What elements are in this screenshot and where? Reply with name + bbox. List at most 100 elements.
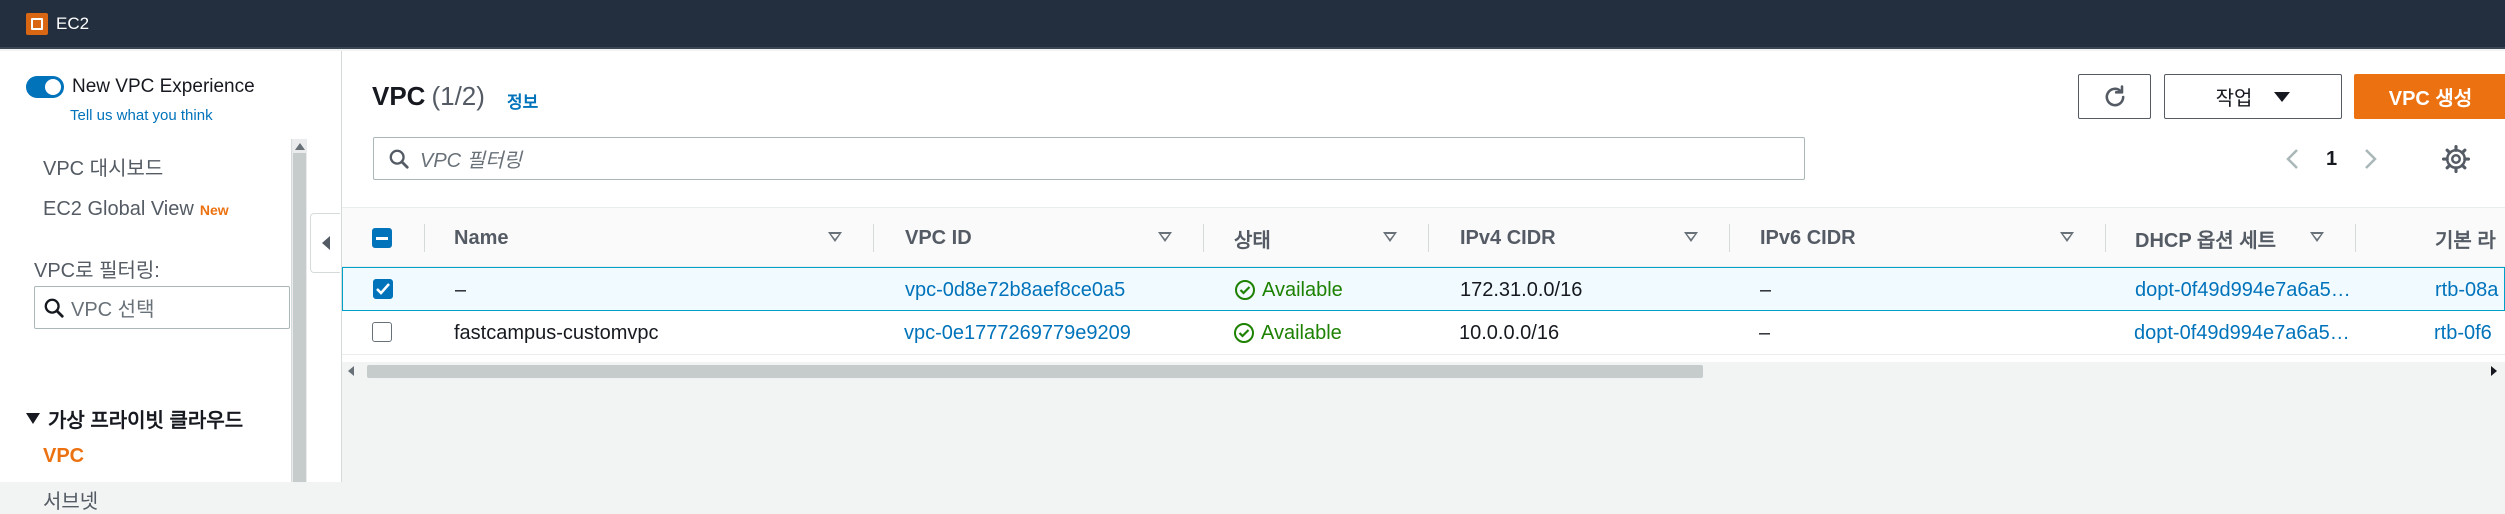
scroll-left-icon[interactable] bbox=[348, 366, 354, 376]
row-checkbox[interactable] bbox=[373, 279, 393, 299]
cell-status: Available bbox=[1233, 311, 1342, 355]
new-vpc-experience-toggle[interactable] bbox=[26, 76, 64, 98]
table-horizontal-scrollbar[interactable] bbox=[342, 362, 2505, 380]
vpc-table: Name VPC ID 상태 IPv4 CIDR IPv6 CIDR DHCP … bbox=[342, 207, 2505, 355]
column-divider bbox=[424, 224, 425, 252]
row-checkbox[interactable] bbox=[372, 322, 392, 342]
cell-ipv6-cidr: – bbox=[1759, 321, 1771, 344]
sidebar-item-label: EC2 Global View bbox=[43, 198, 194, 220]
refresh-button[interactable] bbox=[2078, 74, 2151, 119]
vpc-select-placeholder: VPC 선택 bbox=[71, 299, 155, 321]
next-page-button[interactable] bbox=[2355, 144, 2385, 174]
column-label: DHCP 옵션 세트 bbox=[2135, 229, 2277, 252]
filter-by-vpc-label: VPC로 필터링: bbox=[34, 260, 160, 282]
info-link[interactable]: 정보 bbox=[507, 88, 538, 113]
select-all-checkbox[interactable] bbox=[372, 228, 392, 248]
gear-icon bbox=[2441, 144, 2471, 174]
vpc-select[interactable]: VPC 선택 bbox=[34, 286, 290, 329]
actions-label: 작업 bbox=[2215, 88, 2253, 110]
top-navigation-bar: EC2 bbox=[0, 0, 2505, 49]
selection-count: (1/2) bbox=[431, 81, 485, 111]
caret-down-icon bbox=[2274, 91, 2291, 102]
create-vpc-button[interactable]: VPC 생성 bbox=[2354, 74, 2505, 119]
collapse-sidebar-button[interactable] bbox=[310, 213, 340, 273]
section-label: 가상 프라이빗 클라우드 bbox=[48, 410, 244, 432]
pagination: 1 bbox=[2278, 144, 2385, 174]
table-header: Name VPC ID 상태 IPv4 CIDR IPv6 CIDR DHCP … bbox=[342, 207, 2505, 267]
column-divider bbox=[1428, 224, 1429, 252]
cell-route-table-link[interactable]: rtb-08a bbox=[2435, 268, 2505, 312]
page-title: VPC (1/2) bbox=[372, 81, 485, 112]
cell-route-table-link[interactable]: rtb-0f6 bbox=[2434, 311, 2504, 355]
sort-icon[interactable] bbox=[1383, 232, 1397, 242]
cell-name: – bbox=[455, 278, 467, 301]
checkmark-icon bbox=[376, 283, 390, 295]
column-divider bbox=[873, 224, 874, 252]
search-icon bbox=[44, 298, 64, 318]
column-label: IPv4 CIDR bbox=[1460, 226, 1556, 249]
sidebar-section-virtual-private-cloud[interactable]: 가상 프라이빗 클라우드 bbox=[26, 404, 243, 433]
table-row[interactable]: fastcampus-customvpc vpc-0e1777269779e92… bbox=[342, 311, 2505, 355]
scroll-right-icon[interactable] bbox=[2491, 366, 2497, 376]
toggle-label: New VPC Experience bbox=[72, 76, 255, 97]
table-row[interactable]: – vpc-0d8e72b8aef8ce0a5 Available 172.31… bbox=[342, 267, 2505, 311]
sidebar: New VPC Experience Tell us what you thin… bbox=[0, 51, 342, 513]
column-label: VPC ID bbox=[905, 226, 972, 249]
new-experience-toggle-row: New VPC Experience bbox=[26, 76, 255, 98]
column-divider bbox=[1729, 224, 1730, 252]
sort-icon[interactable] bbox=[1158, 232, 1172, 242]
column-header-status[interactable]: 상태 bbox=[1234, 208, 1271, 268]
column-header-vpc-id[interactable]: VPC ID bbox=[905, 208, 972, 268]
previous-page-button[interactable] bbox=[2278, 144, 2308, 174]
cell-status: Available bbox=[1234, 268, 1343, 312]
table-settings-button[interactable] bbox=[2441, 144, 2471, 174]
feedback-link[interactable]: Tell us what you think bbox=[70, 107, 213, 124]
column-label: 기본 라 bbox=[2435, 229, 2496, 252]
sort-icon[interactable] bbox=[2060, 232, 2074, 242]
column-header-ipv4-cidr[interactable]: IPv4 CIDR bbox=[1460, 208, 1556, 268]
title-text: VPC bbox=[372, 81, 426, 111]
vpc-table-panel: VPC (1/2) 정보 작업 VPC 생성 VPC 필터링 1 Name VP… bbox=[342, 51, 2505, 380]
column-header-dhcp-options[interactable]: DHCP 옵션 세트 bbox=[2135, 208, 2276, 268]
cell-vpc-id-link[interactable]: vpc-0e1777269779e9209 bbox=[904, 311, 1131, 355]
scroll-up-icon[interactable] bbox=[295, 143, 305, 150]
actions-dropdown-button[interactable]: 작업 bbox=[2164, 74, 2342, 119]
cell-ipv4-cidr: 10.0.0.0/16 bbox=[1459, 321, 1560, 344]
service-title[interactable]: EC2 bbox=[56, 14, 89, 34]
refresh-icon bbox=[2105, 84, 2124, 106]
cell-dhcp-options-link[interactable]: dopt-0f49d994e7a6a5… bbox=[2135, 268, 2375, 312]
scrollbar-thumb[interactable] bbox=[293, 153, 306, 482]
cell-ipv6-cidr: – bbox=[1760, 278, 1772, 301]
vpc-filter-input[interactable]: VPC 필터링 bbox=[373, 137, 1805, 180]
current-page[interactable]: 1 bbox=[2326, 148, 2337, 171]
cell-dhcp-options-link[interactable]: dopt-0f49d994e7a6a5… bbox=[2134, 311, 2374, 355]
column-header-name[interactable]: Name bbox=[454, 208, 508, 268]
column-header-main-route-table[interactable]: 기본 라 bbox=[2435, 208, 2496, 268]
sidebar-item-subnets[interactable]: 서브넷 bbox=[43, 485, 98, 514]
check-circle-icon bbox=[1235, 280, 1255, 300]
column-header-ipv6-cidr[interactable]: IPv6 CIDR bbox=[1760, 208, 1856, 268]
column-label: Name bbox=[454, 226, 509, 249]
cell-vpc-id-link[interactable]: vpc-0d8e72b8aef8ce0a5 bbox=[905, 268, 1125, 312]
column-divider bbox=[2105, 224, 2106, 252]
status-text: Available bbox=[1261, 321, 1342, 344]
sort-icon[interactable] bbox=[2310, 232, 2324, 242]
sidebar-item-vpc-dashboard[interactable]: VPC 대시보드 bbox=[43, 152, 163, 181]
sidebar-scrollbar[interactable] bbox=[291, 139, 307, 482]
column-label: 상태 bbox=[1234, 229, 1271, 252]
cell-ipv4-cidr: 172.31.0.0/16 bbox=[1460, 278, 1583, 301]
sort-icon[interactable] bbox=[828, 232, 842, 242]
sort-icon[interactable] bbox=[1684, 232, 1698, 242]
caret-left-icon bbox=[321, 236, 330, 250]
sidebar-item-vpc[interactable]: VPC bbox=[43, 445, 84, 468]
chevron-right-icon bbox=[2365, 149, 2377, 169]
scrollbar-thumb[interactable] bbox=[367, 365, 1703, 378]
status-text: Available bbox=[1262, 278, 1343, 301]
ec2-service-icon[interactable] bbox=[26, 12, 48, 35]
chevron-left-icon bbox=[2286, 149, 2298, 169]
caret-down-icon bbox=[26, 413, 40, 424]
column-divider bbox=[2355, 224, 2356, 252]
new-badge: New bbox=[199, 202, 229, 218]
cell-name: fastcampus-customvpc bbox=[454, 321, 659, 344]
sidebar-item-ec2-global-view[interactable]: EC2 Global View New bbox=[43, 198, 229, 221]
